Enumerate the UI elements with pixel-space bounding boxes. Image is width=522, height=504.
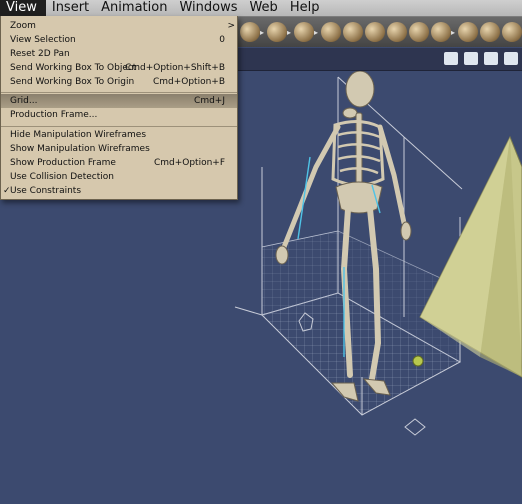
menu-item-use-constraints[interactable]: ✓ Use Constraints [1,184,237,198]
menu-item-view-selection[interactable]: View Selection 0 [1,33,237,47]
grid-icon[interactable] [504,52,518,65]
menu-item-label: Grid... [10,96,38,106]
anchor-icon[interactable] [480,22,500,42]
lamp-icon[interactable] [294,22,314,42]
menu-item-zoom[interactable]: Zoom > [1,19,237,33]
menu-insert[interactable]: Insert [46,0,95,16]
object-toolbar: ▸ ▸ ▸ ▸ [236,17,522,47]
menu-item-shortcut: 0 [219,35,225,45]
camera-icon[interactable] [458,22,478,42]
view-menu-dropdown: Zoom > View Selection 0 Reset 2D Pan Sen… [0,16,238,200]
menu-item-grid[interactable]: Grid... Cmd+J [1,94,237,108]
hammer-icon[interactable] [431,22,451,42]
duck-icon[interactable] [240,22,260,42]
person-icon[interactable] [444,52,458,65]
menu-item-reset-2d-pan[interactable]: Reset 2D Pan [1,47,237,61]
menu-item-shortcut: Cmd+J [194,96,225,106]
menu-windows[interactable]: Windows [173,0,243,16]
menu-item-label: Zoom [10,21,36,31]
chevron-right-icon: ▸ [314,27,319,37]
menu-item-label: Hide Manipulation Wireframes [10,130,147,140]
menu-separator [1,126,237,127]
menu-item-shortcut: Cmd+Option+Shift+B [124,63,225,73]
menu-item-shortcut: Cmd+Option+B [152,77,225,87]
tree-icon[interactable] [267,22,287,42]
menu-item-label: Show Production Frame [10,158,116,168]
menu-item-label: Use Constraints [10,186,82,196]
flame-icon[interactable] [343,22,363,42]
menu-separator [1,92,237,93]
globe-icon[interactable] [484,52,498,65]
chevron-right-icon: ▸ [451,27,456,37]
menu-item-label: Send Working Box To Origin [10,77,135,87]
menu-item-hide-wireframes[interactable]: Hide Manipulation Wireframes [1,128,237,142]
menu-bar: View Insert Animation Windows Web Help [0,0,522,17]
menu-item-show-wireframes[interactable]: Show Manipulation Wireframes [1,142,237,156]
menu-item-label: View Selection [10,35,76,45]
bowl-icon[interactable] [409,22,429,42]
hat-icon[interactable] [321,22,341,42]
chevron-right-icon: ▸ [260,27,265,37]
menu-item-shortcut: Cmd+Option+F [153,158,225,168]
lattice-icon[interactable] [387,22,407,42]
grill-icon[interactable] [365,22,385,42]
target-icon[interactable] [502,22,522,42]
menu-item-send-box-to-origin[interactable]: Send Working Box To Origin Cmd+Option+B [1,75,237,89]
menu-animation[interactable]: Animation [95,0,173,16]
menu-item-show-production-frame[interactable]: Show Production Frame Cmd+Option+F [1,156,237,170]
view-control-bar [236,48,522,71]
green-ball-object[interactable] [412,355,424,367]
trash-icon[interactable] [464,52,478,65]
menu-item-label: Use Collision Detection [10,172,114,182]
menu-item-label: Show Manipulation Wireframes [10,144,150,154]
menu-item-production-frame[interactable]: Production Frame... [1,108,237,122]
menu-item-label: Send Working Box To Object [10,63,137,73]
menu-item-label: Production Frame... [10,110,98,120]
submenu-arrow-icon: > [227,21,235,31]
menu-item-send-box-to-object[interactable]: Send Working Box To Object Cmd+Option+Sh… [1,61,237,75]
chevron-right-icon: ▸ [287,27,292,37]
menu-item-collision-detection[interactable]: Use Collision Detection [1,170,237,184]
menu-item-label: Reset 2D Pan [10,49,70,59]
menu-web[interactable]: Web [243,0,283,16]
menu-view[interactable]: View [0,0,46,16]
menu-help[interactable]: Help [284,0,326,16]
